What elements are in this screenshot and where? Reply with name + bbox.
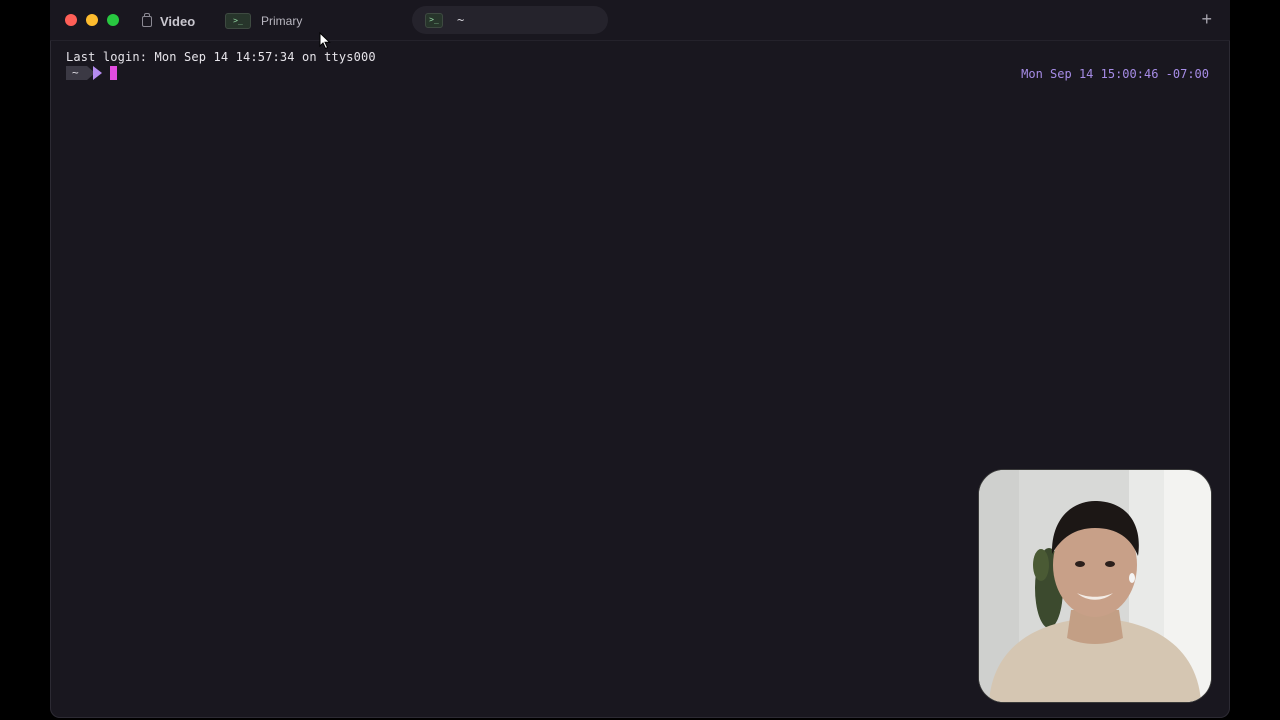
presenter-video (979, 470, 1211, 702)
prompt-chevron-icon (92, 66, 102, 80)
close-window-button[interactable] (65, 14, 77, 26)
prompt-directory: ~ (66, 66, 87, 80)
mouse-pointer-icon (319, 32, 331, 50)
terminal-icon: >_ (225, 13, 251, 29)
minimize-window-button[interactable] (86, 14, 98, 26)
prompt-timestamp: Mon Sep 14 15:00:46 -07:00 (1021, 67, 1209, 81)
maximize-window-button[interactable] (107, 14, 119, 26)
webcam-overlay (978, 469, 1212, 703)
space-selector[interactable]: Video (142, 11, 195, 31)
tab-primary[interactable]: >_ Primary (225, 11, 302, 31)
new-tab-button[interactable]: + (1201, 9, 1212, 29)
title-bar: Video >_ Primary >_ ~ + (50, 0, 1230, 41)
tab-home-label: ~ (457, 13, 465, 27)
tab-home[interactable]: >_ ~ (412, 6, 608, 34)
text-cursor (109, 66, 117, 80)
shell-prompt: ~ (66, 66, 117, 80)
folder-icon (142, 12, 152, 27)
tab-primary-label: Primary (261, 14, 303, 28)
terminal-icon: >_ (425, 12, 443, 28)
space-label: Video (160, 13, 196, 29)
last-login-line: Last login: Mon Sep 14 14:57:34 on ttys0… (66, 50, 376, 64)
